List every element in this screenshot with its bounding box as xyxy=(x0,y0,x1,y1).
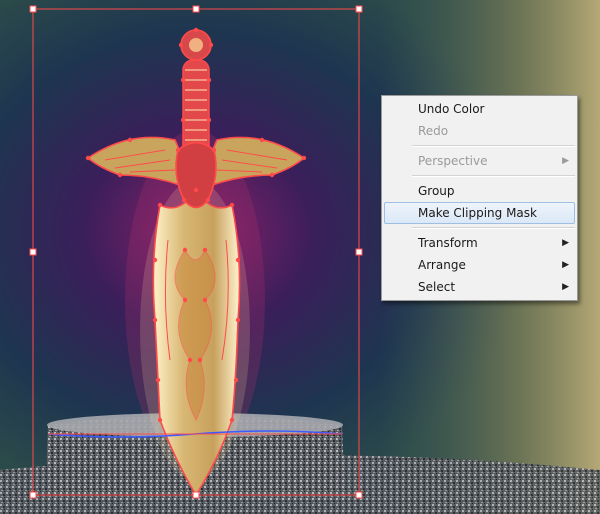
resize-handle xyxy=(29,5,37,13)
menu-item-label: Perspective xyxy=(418,154,488,168)
menu-separator xyxy=(412,145,575,147)
resize-handle xyxy=(355,5,363,13)
menu-item-label: Transform xyxy=(418,236,478,250)
resize-handle xyxy=(29,248,37,256)
triangle-right-icon: ▶ xyxy=(562,238,569,248)
menu-item-label: Arrange xyxy=(418,258,466,272)
menu-item-perspective: Perspective ▶ xyxy=(384,150,575,172)
resize-handle xyxy=(355,248,363,256)
triangle-right-icon: ▶ xyxy=(562,260,569,270)
menu-item-redo: Redo xyxy=(384,120,575,142)
menu-item-group[interactable]: Group xyxy=(384,180,575,202)
menu-item-undo-color[interactable]: Undo Color xyxy=(384,98,575,120)
menu-item-select[interactable]: Select ▶ xyxy=(384,276,575,298)
menu-item-transform[interactable]: Transform ▶ xyxy=(384,232,575,254)
menu-item-label: Undo Color xyxy=(418,102,485,116)
menu-item-label: Make Clipping Mask xyxy=(418,206,537,220)
menu-item-label: Group xyxy=(418,184,455,198)
resize-handle xyxy=(29,491,37,499)
triangle-right-icon: ▶ xyxy=(562,282,569,292)
resize-handle xyxy=(192,5,200,13)
menu-item-label: Redo xyxy=(418,124,449,138)
menu-item-make-clipping-mask[interactable]: Make Clipping Mask xyxy=(384,202,575,224)
menu-separator xyxy=(412,227,575,229)
menu-separator xyxy=(412,175,575,177)
triangle-right-icon: ▶ xyxy=(562,156,569,166)
menu-item-arrange[interactable]: Arrange ▶ xyxy=(384,254,575,276)
resize-handle xyxy=(192,491,200,499)
context-menu: Undo Color Redo Perspective ▶ Group Make… xyxy=(381,95,578,301)
menu-item-label: Select xyxy=(418,280,456,294)
resize-handle xyxy=(355,491,363,499)
